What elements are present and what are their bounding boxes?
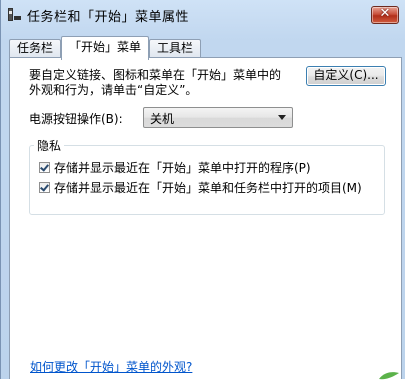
recent-programs-label: 存储并显示最近在「开始」菜单中打开的程序(P) [54, 161, 311, 175]
power-button-value: 关机 [150, 112, 175, 126]
recent-items-checkbox[interactable] [39, 182, 50, 193]
privacy-group: 隐私 存储并显示最近在「开始」菜单中打开的程序(P) 存储并显示最近在「开始」菜… [29, 137, 385, 215]
taskbar-properties-icon [7, 7, 21, 21]
close-icon: ✕ [379, 6, 391, 21]
description-line-1: 要自定义链接、图标和菜单在「开始」菜单中的 [29, 68, 282, 82]
help-link[interactable]: 如何更改「开始」菜单的外观? [30, 358, 192, 375]
window-title: 任务栏和「开始」菜单属性 [27, 10, 190, 25]
properties-window: 任务栏和「开始」菜单属性 ✕ 任务栏 「开始」菜单 工具栏 要自定义链接、图标和… [0, 0, 405, 380]
recent-programs-option[interactable]: 存储并显示最近在「开始」菜单中打开的程序(P) [39, 159, 311, 176]
tab-start-menu[interactable]: 「开始」菜单 [61, 36, 149, 60]
chevron-down-icon [278, 115, 286, 120]
recent-items-option[interactable]: 存储并显示最近在「开始」菜单和任务栏中打开的项目(M) [39, 179, 362, 196]
tab-panel: 要自定义链接、图标和菜单在「开始」菜单中的 外观和行为，请单击“自定义”。 自定… [9, 57, 402, 380]
customize-button[interactable]: 自定义(C)... [306, 66, 386, 86]
privacy-group-title: 隐私 [34, 137, 65, 154]
recent-items-label: 存储并显示最近在「开始」菜单和任务栏中打开的项目(M) [54, 181, 362, 195]
customize-description: 要自定义链接、图标和菜单在「开始」菜单中的 外观和行为，请单击“自定义”。 [29, 68, 309, 98]
tab-toolbars[interactable]: 工具栏 [149, 39, 201, 58]
tab-taskbar[interactable]: 任务栏 [9, 39, 61, 58]
power-button-label: 电源按钮操作(B): [29, 112, 123, 126]
title-bar[interactable]: 任务栏和「开始」菜单属性 ✕ [1, 0, 405, 30]
power-button-select[interactable]: 关机 [143, 107, 293, 128]
close-button[interactable]: ✕ [371, 6, 399, 24]
description-line-2: 外观和行为，请单击“自定义”。 [29, 83, 198, 97]
recent-programs-checkbox[interactable] [39, 162, 50, 173]
